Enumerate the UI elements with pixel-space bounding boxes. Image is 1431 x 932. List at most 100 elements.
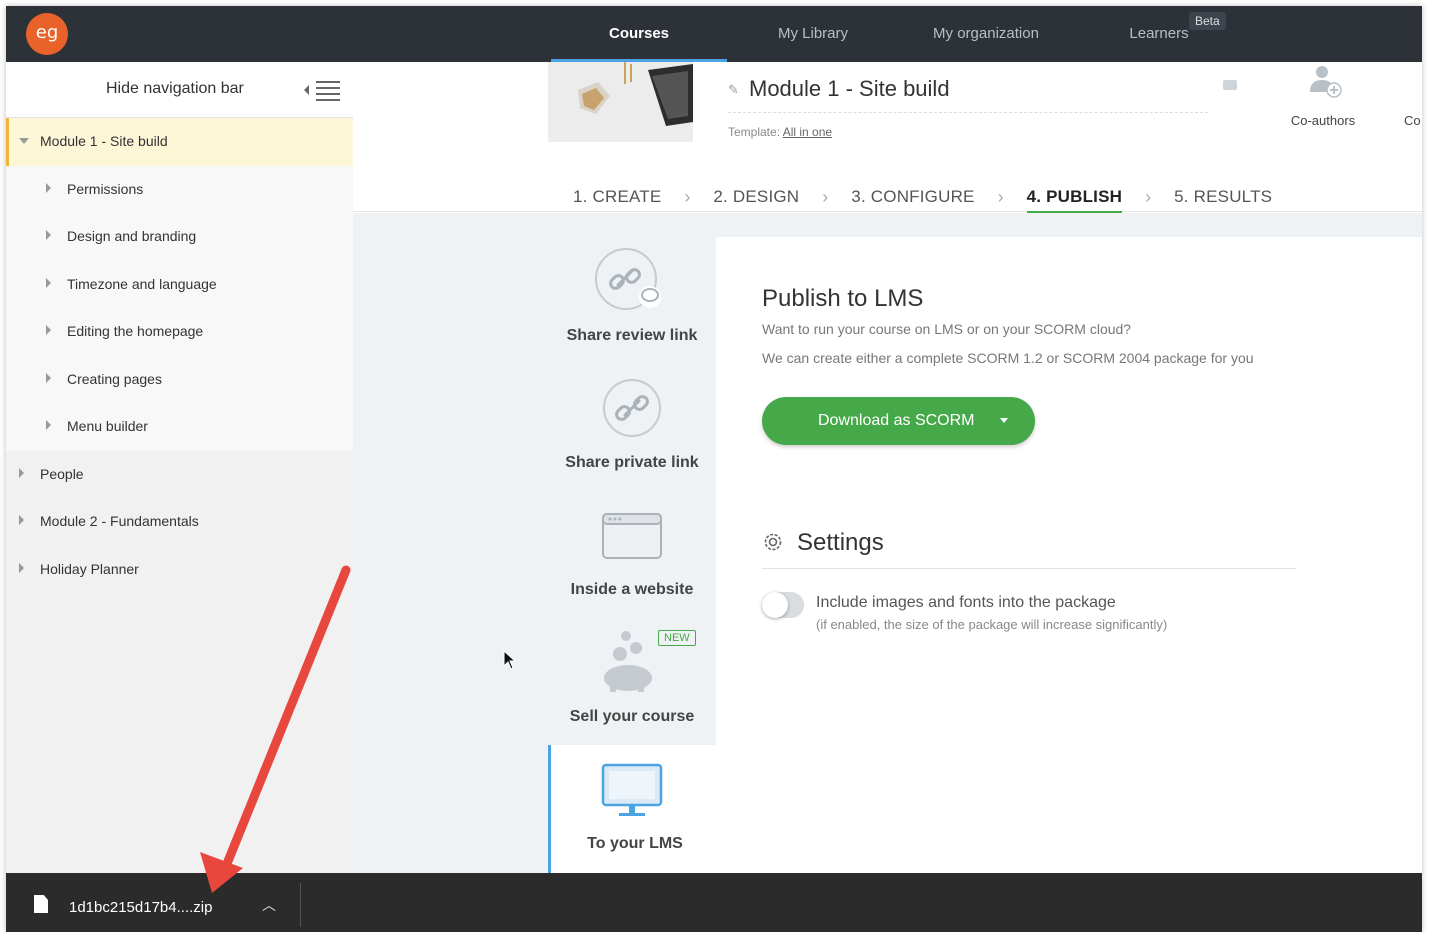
course-header: ✎ Module 1 - Site build Template: All in… [353,62,1422,214]
option-share-review-link[interactable]: Share review link [548,237,716,364]
sidebar-item-label: Menu builder [67,418,148,434]
file-icon [34,895,48,913]
template-label: Template: [728,125,781,139]
top-navigation-bar: eg Courses My Library My organization Le… [6,6,1422,62]
collapsed-caret-icon[interactable] [19,515,24,525]
co-authors-label: Co-authors [1290,113,1356,128]
download-button-label: Download as SCORM [818,412,975,429]
sidebar-item-label: Holiday Planner [40,560,139,577]
chevron-right-icon: › [997,187,1004,207]
main-nav: Courses My Library My organization Learn… [551,6,1245,62]
sidebar-item-menu-builder[interactable]: Menu builder [6,403,353,451]
include-assets-note: (if enabled, the size of the package wil… [816,617,1168,632]
step-publish[interactable]: 4. PUBLISH [1026,180,1123,214]
nav-my-organization[interactable]: My organization [899,6,1073,62]
downloaded-file-name[interactable]: 1d1bc215d17b4....zip [69,899,212,916]
option-label: Inside a website [570,581,694,598]
dropdown-caret-icon[interactable] [1000,418,1008,423]
course-navigation-sidebar: Hide navigation bar Module 1 - Site buil… [6,62,353,876]
collapsed-caret-icon[interactable] [19,562,24,573]
piggy-bank-icon [604,631,652,692]
publish-description-line-2: We can create either a complete SCORM 1.… [762,350,1254,366]
beta-badge: Beta [1189,12,1226,30]
sidebar-item-label: Module 1 - Site build [40,133,168,149]
collapsed-caret-icon[interactable] [46,372,51,383]
step-configure[interactable]: 3. CONFIGURE [851,180,974,214]
link-icon [603,379,661,437]
chevron-up-icon[interactable]: ︿ [262,895,276,915]
publish-options: Share review link Share private link Ins… [548,237,716,876]
sidebar-item-label: Timezone and language [67,275,217,292]
option-to-your-lms[interactable]: To your LMS [548,745,716,876]
settings-divider [762,568,1296,569]
option-label: Sell your course [569,708,695,725]
step-design[interactable]: 2. DESIGN [713,180,799,214]
step-results[interactable]: 5. RESULTS [1174,180,1272,214]
step-create[interactable]: 1. CREATE [573,180,661,214]
sidebar-item-permissions[interactable]: Permissions [6,165,353,213]
sidebar-item-people[interactable]: People [6,451,353,499]
link-chat-icon [595,248,661,310]
co-authors-button[interactable]: Co-authors [1278,62,1368,142]
chevron-right-icon: › [684,187,691,207]
option-label: To your LMS [587,835,683,852]
collapsed-caret-icon[interactable] [46,420,51,430]
sidebar-item-timezone-and-language[interactable]: Timezone and language [6,260,353,308]
app-window: eg Courses My Library My organization Le… [6,6,1422,932]
sidebar-item-label: People [40,465,84,482]
collapsed-caret-icon[interactable] [19,467,24,478]
nav-courses[interactable]: Courses [551,6,727,62]
browser-download-bar: 1d1bc215d17b4....zip ︿ [6,873,1422,932]
download-as-scorm-button[interactable]: Download as SCORM [762,397,1035,445]
monitor-icon [601,763,663,816]
easygenerator-logo[interactable]: eg [26,13,68,55]
edit-pencil-icon[interactable]: ✎ [728,82,739,98]
sidebar-item-module-2[interactable]: Module 2 - Fundamentals [6,498,353,546]
template-link[interactable]: All in one [783,125,832,139]
collapsed-caret-icon[interactable] [46,182,51,193]
option-inside-a-website[interactable]: Inside a website [548,491,716,618]
truncated-header-action[interactable]: Co [1404,113,1421,128]
sidebar-item-label: Design and branding [67,228,197,244]
chevron-right-icon: › [822,187,829,207]
toggle-knob [762,592,788,618]
browser-window-icon [602,513,662,559]
main-content: ✎ Module 1 - Site build Template: All in… [353,62,1422,876]
hide-navigation-label: Hide navigation bar [106,80,244,97]
publish-description-line-1: Want to run your course on LMS or on you… [762,321,1132,337]
sidebar-item-label: Editing the homepage [67,323,204,339]
option-label: Share private link [565,454,699,471]
expanded-caret-icon[interactable] [19,138,29,144]
new-badge: NEW [658,630,696,646]
sidebar-item-label: Creating pages [67,370,162,387]
title-underline [728,112,1208,113]
sidebar-item-editing-the-homepage[interactable]: Editing the homepage [6,308,353,356]
collapse-menu-icon[interactable] [304,78,344,102]
collapsed-caret-icon[interactable] [46,277,51,288]
chevron-right-icon: › [1145,187,1152,207]
option-sell-your-course[interactable]: NEW Sell your course [548,618,716,745]
hide-navigation-bar[interactable]: Hide navigation bar [6,62,353,118]
settings-title: Settings [797,529,884,556]
collapsed-caret-icon[interactable] [46,230,51,240]
download-bar-divider [300,883,301,927]
collapsed-caret-icon[interactable] [46,325,51,335]
nav-my-library[interactable]: My Library [727,6,899,62]
include-assets-toggle[interactable] [762,592,804,618]
module-title[interactable]: Module 1 - Site build [749,76,950,102]
sidebar-item-holiday-planner[interactable]: Holiday Planner [6,546,353,594]
option-share-private-link[interactable]: Share private link [548,364,716,491]
desk-photo-image [548,62,693,142]
template-info: Template: All in one [728,125,832,139]
co-authors-icon [1310,66,1342,98]
option-label: Share review link [566,327,698,344]
sidebar-item-creating-pages[interactable]: Creating pages [6,355,353,403]
sidebar-item-design-and-branding[interactable]: Design and branding [6,213,353,261]
course-thumbnail[interactable] [548,62,693,142]
gear-icon [764,533,782,551]
sidebar-item-label: Module 2 - Fundamentals [40,513,199,529]
include-assets-label: Include images and fonts into the packag… [816,594,1116,611]
comments-icon[interactable] [1223,80,1237,90]
sidebar-item-module-1[interactable]: Module 1 - Site build [6,118,353,166]
workflow-steps: 1. CREATE › 2. DESIGN › 3. CONFIGURE › 4… [573,180,1272,214]
